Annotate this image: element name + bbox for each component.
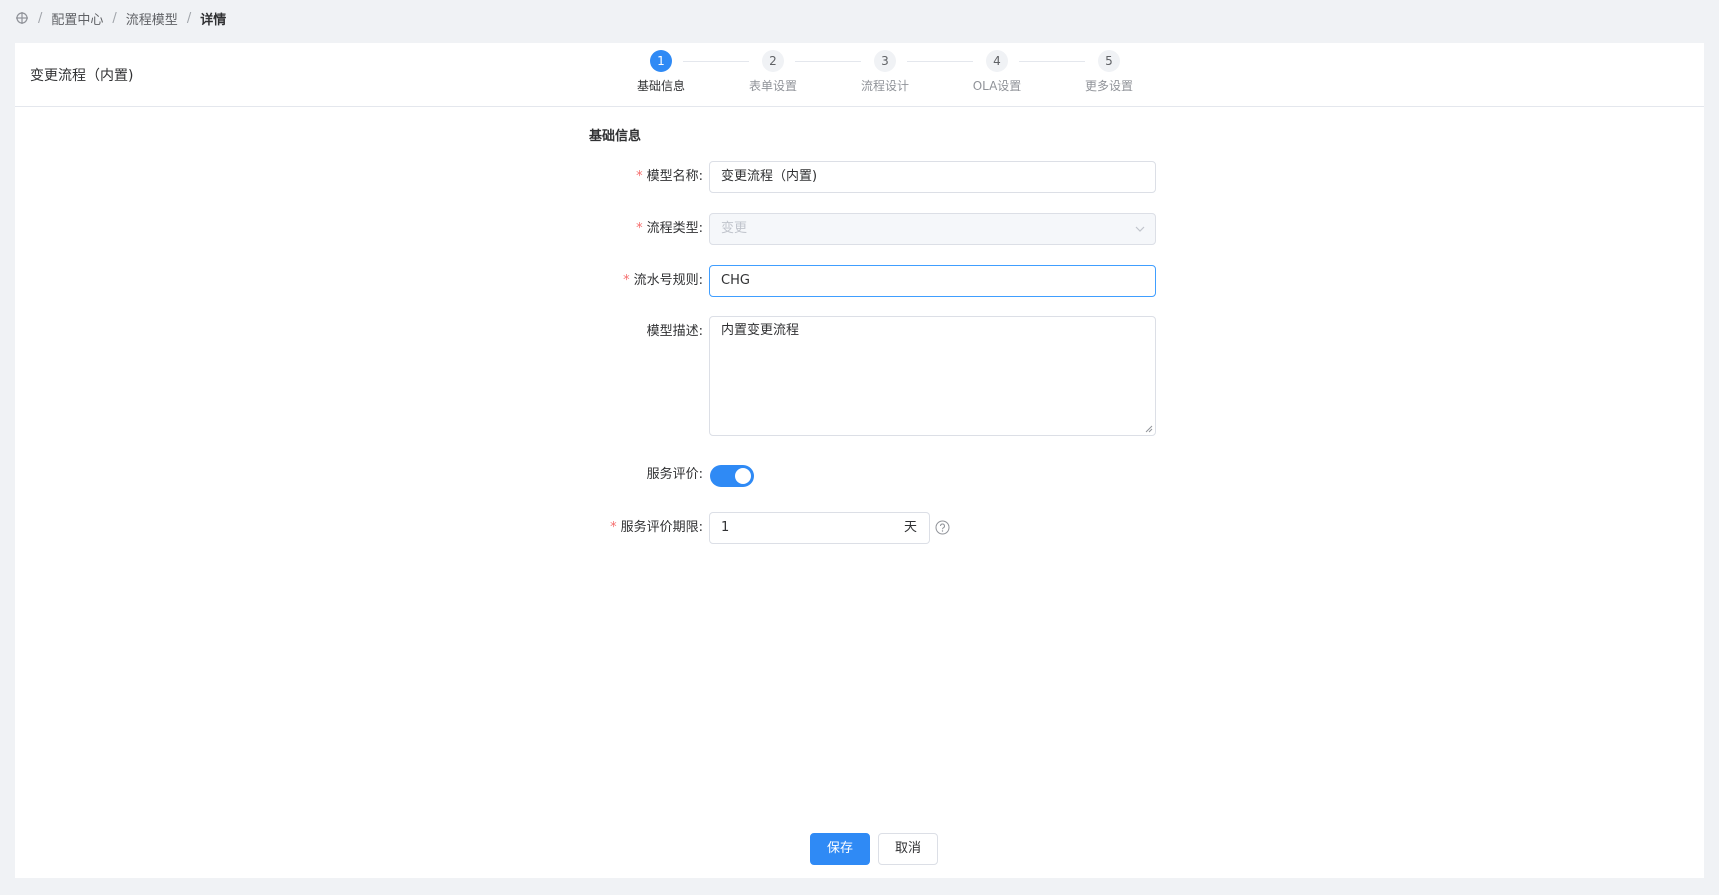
step-number: 2	[762, 50, 784, 72]
cancel-button[interactable]: 取消	[878, 833, 938, 865]
step-number: 3	[874, 50, 896, 72]
resize-handle-icon[interactable]	[1145, 425, 1153, 433]
breadcrumb-separator: /	[112, 10, 117, 26]
rating-period-input[interactable]: 1	[709, 512, 893, 544]
serial-rule-label: * 流水号规则:	[623, 273, 703, 288]
required-mark: *	[636, 169, 643, 184]
model-name-input[interactable]: 变更流程（内置)	[709, 161, 1156, 193]
card-header: 变更流程（内置) 1 基础信息 2 表单设置 3 流程设计 4 OLA设置 5 …	[15, 43, 1704, 107]
required-mark: *	[623, 273, 630, 288]
steps-bar: 1 基础信息 2 表单设置 3 流程设计 4 OLA设置 5 更多设置	[605, 50, 1135, 100]
main-card: 变更流程（内置) 1 基础信息 2 表单设置 3 流程设计 4 OLA设置 5 …	[15, 43, 1704, 878]
description-label: 模型描述:	[646, 324, 703, 339]
process-title: 变更流程（内置)	[30, 68, 134, 84]
process-type-label: * 流程类型:	[636, 221, 703, 236]
rating-period-label: * 服务评价期限:	[610, 520, 703, 535]
description-textarea[interactable]: 内置变更流程	[709, 316, 1156, 436]
step-label: 基础信息	[636, 79, 685, 93]
breadcrumb-item-details: 详情	[200, 12, 227, 28]
step-label: 更多设置	[1084, 79, 1133, 93]
rating-period-unit: 天	[892, 512, 930, 544]
section-title: 基础信息	[589, 129, 642, 144]
step-label: 表单设置	[748, 79, 797, 93]
toggle-knob	[735, 468, 751, 484]
breadcrumb-separator: /	[38, 10, 43, 26]
process-type-value: 变更	[721, 221, 748, 236]
serial-rule-input[interactable]: CHG	[709, 265, 1156, 297]
service-rating-label: 服务评价:	[646, 467, 703, 482]
step-number: 5	[1098, 50, 1120, 72]
step-number: 4	[986, 50, 1008, 72]
breadcrumb-separator: /	[186, 10, 192, 26]
breadcrumb-item-config-center[interactable]: 配置中心	[51, 9, 103, 28]
service-rating-toggle[interactable]	[710, 465, 754, 487]
description-value: 内置变更流程	[721, 323, 800, 338]
process-type-select[interactable]: 变更	[709, 213, 1156, 245]
step-more-settings[interactable]: 5 更多设置	[1053, 50, 1165, 94]
step-ola-settings[interactable]: 4 OLA设置	[941, 50, 1053, 94]
step-number: 1	[650, 50, 672, 72]
save-button[interactable]: 保存	[810, 833, 870, 865]
required-mark: *	[636, 221, 643, 236]
chevron-down-icon	[1135, 226, 1145, 232]
question-circle-icon[interactable]	[935, 520, 950, 535]
step-form-settings[interactable]: 2 表单设置	[717, 50, 829, 94]
model-name-label: * 模型名称:	[636, 169, 703, 184]
step-basic-info[interactable]: 1 基础信息	[605, 50, 717, 94]
step-label: 流程设计	[860, 79, 909, 93]
breadcrumb: / 配置中心 / 流程模型 / 详情	[15, 8, 226, 28]
breadcrumb-item-process-model[interactable]: 流程模型	[126, 9, 178, 28]
crosshair-icon	[16, 12, 28, 24]
step-process-design[interactable]: 3 流程设计	[829, 50, 941, 94]
step-label: OLA设置	[972, 79, 1022, 93]
required-mark: *	[610, 520, 617, 535]
